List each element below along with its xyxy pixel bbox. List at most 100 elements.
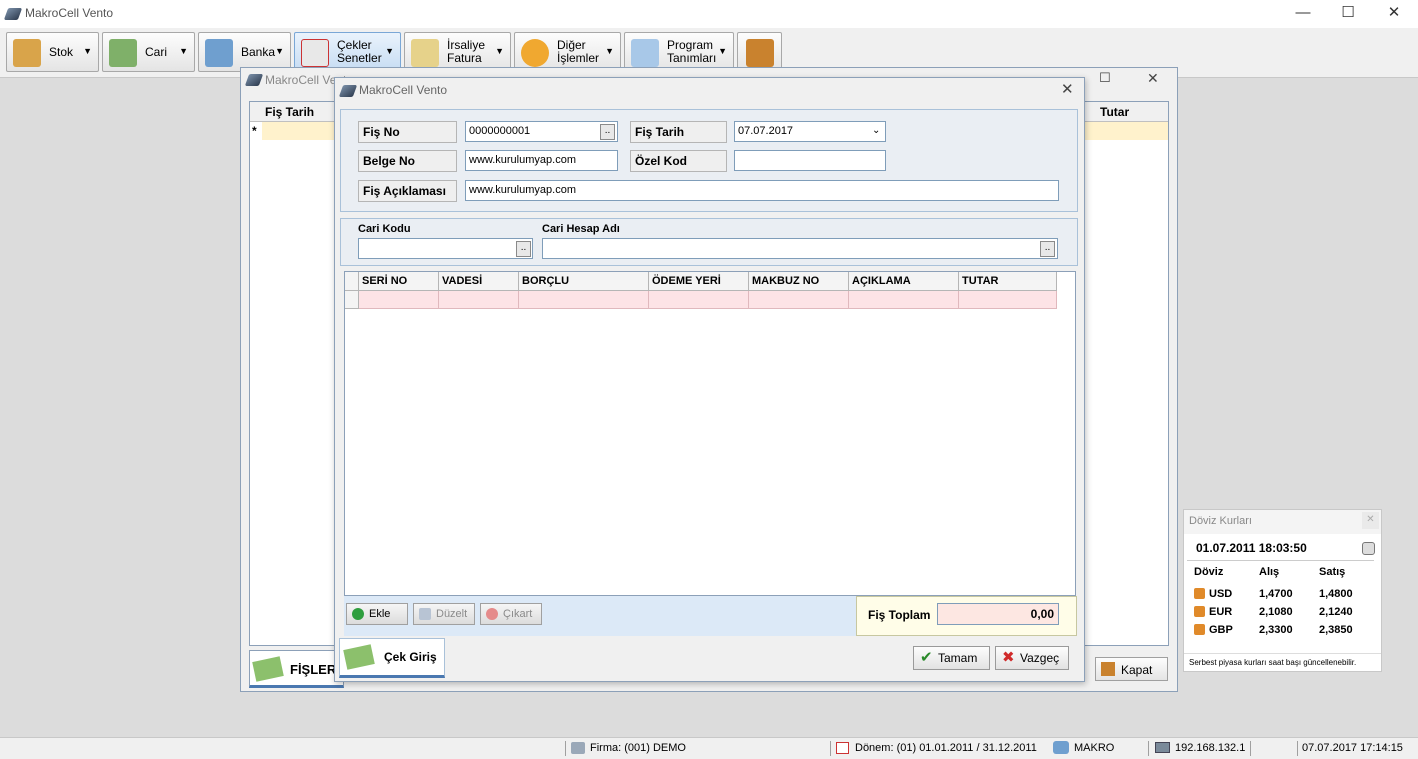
divider xyxy=(565,741,566,756)
currency-alis: 2,1080 xyxy=(1259,606,1293,618)
calendar-icon xyxy=(836,742,849,754)
users-icon xyxy=(1053,741,1069,754)
toolbar-diger-button[interactable]: Diğer İşlemler ▼ xyxy=(514,32,621,72)
toolbar-cari-label: Cari xyxy=(145,45,168,59)
aciklama-field[interactable]: www.kurulumyap.com xyxy=(465,180,1059,201)
minimize-button[interactable]: — xyxy=(1280,0,1326,28)
toolbar-program-button[interactable]: Program Tanımları ▼ xyxy=(624,32,734,72)
plus-icon xyxy=(352,608,364,620)
grid-indicator-header xyxy=(345,272,359,291)
cross-icon: ✖ xyxy=(1002,649,1015,666)
col-makbuz-no[interactable]: MAKBUZ NO xyxy=(749,272,849,291)
tab-fisler[interactable]: FİŞLER xyxy=(249,650,344,688)
fis-no-lookup-button[interactable]: .. xyxy=(600,124,615,140)
doviz-title: Döviz Kurları xyxy=(1189,515,1252,527)
vazgec-button[interactable]: ✖ Vazgeç xyxy=(995,646,1069,670)
currency-code: EUR xyxy=(1209,606,1233,618)
toolbar-cari-button[interactable]: Cari ▼ xyxy=(102,32,195,72)
toolbar-exit-button[interactable] xyxy=(737,32,782,72)
status-ip: 192.168.132.1 xyxy=(1175,742,1246,754)
cikart-button[interactable]: Çıkart xyxy=(480,603,542,625)
doviz-row: EUR 2,1080 2,1240 xyxy=(1184,604,1381,622)
status-user: MAKRO xyxy=(1074,742,1115,754)
col-tutar[interactable]: TUTAR xyxy=(959,272,1057,291)
chevron-down-icon: ▼ xyxy=(83,46,92,56)
belge-no-field[interactable]: www.kurulumyap.com xyxy=(465,150,618,171)
chevron-down-icon: ▼ xyxy=(385,46,394,56)
calendar-icon xyxy=(301,39,329,67)
gear-icon xyxy=(521,39,549,67)
cek-giris-dialog: MakroCell Vento ✕ Fiş No 0000000001 .. F… xyxy=(334,77,1085,682)
table-cell[interactable] xyxy=(649,291,749,309)
chevron-down-icon[interactable]: ⌄ xyxy=(872,125,880,136)
toolbar-cekler-button[interactable]: Çekler Senetler ▼ xyxy=(294,32,401,72)
table-cell[interactable] xyxy=(439,291,519,309)
window-title: MakroCell Vento xyxy=(25,6,114,20)
toolbar-stok-button[interactable]: Stok ▼ xyxy=(6,32,99,72)
col-aciklama[interactable]: AÇIKLAMA xyxy=(849,272,959,291)
ekle-label: Ekle xyxy=(369,608,391,620)
toolbar-diger-label: Diğer İşlemler xyxy=(557,38,600,65)
toolbar-cekler-label: Çekler Senetler xyxy=(337,38,382,65)
money-icon xyxy=(343,644,375,670)
chevron-down-icon: ▼ xyxy=(275,46,284,56)
globe-refresh-icon[interactable] xyxy=(1362,542,1375,555)
doviz-close-button[interactable]: ✕ xyxy=(1362,512,1379,529)
currency-icon xyxy=(1194,624,1205,635)
cikart-label: Çıkart xyxy=(503,608,533,620)
exit-door-icon xyxy=(1101,662,1115,676)
settings-document-icon xyxy=(631,39,659,67)
dialog-title: MakroCell Vento xyxy=(359,83,448,97)
cek-grid[interactable]: SERİ NO VADESİ BORÇLU ÖDEME YERİ MAKBUZ … xyxy=(344,271,1076,596)
chevron-down-icon: ▼ xyxy=(495,46,504,56)
col-borclu[interactable]: BORÇLU xyxy=(519,272,649,291)
fis-no-field[interactable]: 0000000001 xyxy=(465,121,618,142)
fisler-close-button[interactable]: ✕ xyxy=(1147,70,1159,87)
status-datetime: 07.07.2017 17:14:15 xyxy=(1302,742,1403,754)
bank-building-icon xyxy=(205,39,233,67)
belge-no-label: Belge No xyxy=(358,150,457,172)
tab-cek-giris[interactable]: Çek Giriş xyxy=(339,638,445,678)
kapat-button[interactable]: Kapat xyxy=(1095,657,1168,681)
divider xyxy=(830,741,831,756)
col-fis-tarih: Fiş Tarih xyxy=(265,105,315,119)
tamam-button[interactable]: ✔ Tamam xyxy=(913,646,990,670)
ekle-button[interactable]: Ekle xyxy=(346,603,408,625)
maximize-button[interactable]: ☐ xyxy=(1325,0,1371,28)
cari-kodu-field[interactable] xyxy=(358,238,533,259)
table-cell[interactable] xyxy=(959,291,1057,309)
fis-toplam-value: 0,00 xyxy=(937,603,1059,625)
col-vadesi[interactable]: VADESİ xyxy=(439,272,519,291)
col-doviz: Döviz xyxy=(1194,566,1224,578)
dialog-close-button[interactable]: ✕ xyxy=(1061,80,1074,98)
table-cell[interactable] xyxy=(749,291,849,309)
app-logo-icon xyxy=(338,85,358,97)
close-button[interactable]: ✕ xyxy=(1371,0,1417,28)
user-card-icon xyxy=(109,39,137,67)
col-seri-no[interactable]: SERİ NO xyxy=(359,272,439,291)
cari-kodu-label: Cari Kodu xyxy=(358,223,411,235)
table-cell[interactable] xyxy=(359,291,439,309)
table-cell[interactable] xyxy=(849,291,959,309)
computer-icon xyxy=(1155,742,1170,753)
cari-hesap-adi-field[interactable] xyxy=(542,238,1058,259)
cari-hesap-lookup-button[interactable]: .. xyxy=(1040,241,1055,257)
toolbar-banka-button[interactable]: Banka ▼ xyxy=(198,32,291,72)
fis-tarih-date-picker[interactable]: 07.07.2017 xyxy=(734,121,886,142)
doviz-row: GBP 2,3300 2,3850 xyxy=(1184,622,1381,640)
col-odeme-yeri[interactable]: ÖDEME YERİ xyxy=(649,272,749,291)
tamam-label: Tamam xyxy=(938,651,978,665)
duzelt-label: Düzelt xyxy=(436,608,468,620)
table-cell[interactable] xyxy=(519,291,649,309)
fis-tarih-label: Fiş Tarih xyxy=(630,121,727,143)
exit-door-icon xyxy=(746,39,774,67)
doviz-kurlari-panel: Döviz Kurları ✕ 01.07.2011 18:03:50 Dövi… xyxy=(1183,509,1382,672)
fisler-maximize-button[interactable]: ☐ xyxy=(1099,70,1111,86)
ozel-kod-field[interactable] xyxy=(734,150,886,171)
chevron-down-icon: ▼ xyxy=(179,46,188,56)
toolbar-irsaliye-button[interactable]: İrsaliye Fatura ▼ xyxy=(404,32,511,72)
fis-toplam-panel: Fiş Toplam 0,00 xyxy=(856,596,1077,636)
grid-button-bar: Ekle Düzelt Çıkart xyxy=(344,596,858,636)
cari-kodu-lookup-button[interactable]: .. xyxy=(516,241,531,257)
duzelt-button[interactable]: Düzelt xyxy=(413,603,475,625)
